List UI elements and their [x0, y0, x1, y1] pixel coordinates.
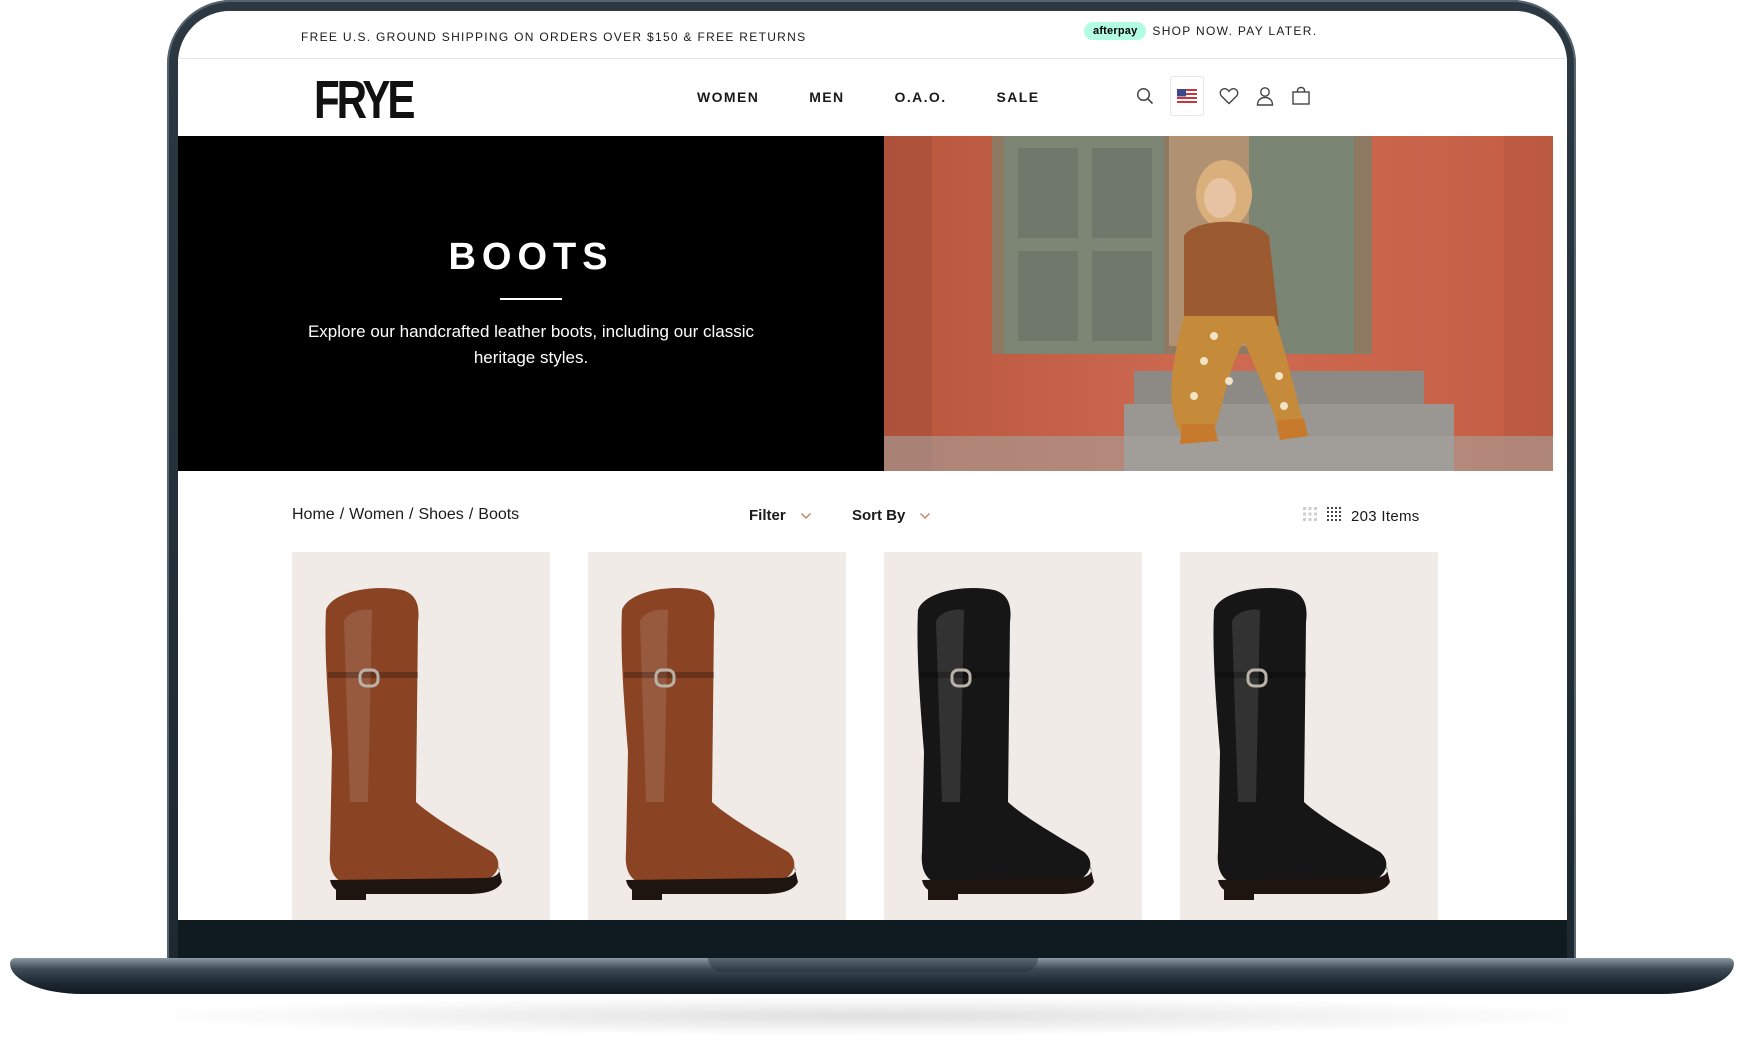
black-boot-image: [917, 588, 1094, 900]
product-card[interactable]: [292, 552, 550, 920]
search-icon[interactable]: [1134, 85, 1156, 107]
black-boot-image: [1213, 588, 1390, 900]
hero-description: Explore our handcrafted leather boots, i…: [307, 322, 755, 367]
afterpay-promo-text: SHOP NOW. PAY LATER.: [1152, 24, 1318, 38]
nav-item-sale[interactable]: SALE: [997, 89, 1040, 105]
listing-toolbar: Home / Women / Shoes / Boots Filter Sort…: [178, 471, 1567, 561]
afterpay-promo[interactable]: afterpay SHOP NOW. PAY LATER.: [1084, 22, 1317, 40]
page-title: BOOTS: [448, 236, 614, 278]
grid-2-view-icon[interactable]: [1303, 507, 1317, 526]
view-controls: 203 Items: [1303, 507, 1420, 526]
shipping-promo-text: FREE U.S. GROUND SHIPPING ON ORDERS OVER…: [301, 30, 807, 44]
breadcrumb-separator: /: [408, 506, 414, 523]
grid-4-view-icon[interactable]: [1327, 507, 1341, 526]
frye-logo[interactable]: FRYE: [314, 69, 415, 131]
filter-button[interactable]: Filter: [749, 507, 812, 524]
product-grid: [292, 552, 1438, 920]
laptop-screen: FREE U.S. GROUND SHIPPING ON ORDERS OVER…: [178, 11, 1567, 920]
chevron-down-icon: [920, 512, 931, 519]
user-icon[interactable]: [1254, 85, 1276, 107]
breadcrumb-women[interactable]: Women: [349, 506, 404, 524]
nav-item-oao[interactable]: O.A.O.: [895, 89, 947, 105]
main-nav: WOMEN MEN O.A.O. SALE: [697, 89, 1089, 105]
bag-icon[interactable]: [1290, 85, 1312, 107]
brown-boot-image: [621, 588, 798, 900]
breadcrumb-boots: Boots: [478, 506, 520, 523]
announcement-bar: FREE U.S. GROUND SHIPPING ON ORDERS OVER…: [178, 11, 1567, 59]
breadcrumb-separator: /: [339, 506, 345, 523]
laptop-shadow: [120, 996, 1620, 1036]
country-selector[interactable]: [1170, 76, 1204, 116]
hero-image: [884, 136, 1553, 471]
hero-banner: BOOTS Explore our handcrafted leather bo…: [178, 136, 1567, 471]
sort-button[interactable]: Sort By: [852, 507, 931, 524]
sort-label: Sort By: [852, 507, 906, 524]
breadcrumb-home[interactable]: Home: [292, 506, 335, 524]
filter-label: Filter: [749, 507, 786, 524]
breadcrumb: Home / Women / Shoes / Boots: [292, 506, 519, 524]
laptop-notch: [708, 958, 1038, 972]
us-flag-icon: [1177, 89, 1197, 103]
chevron-down-icon: [800, 512, 811, 519]
brown-boot-image: [325, 588, 502, 900]
product-card[interactable]: [1180, 552, 1438, 920]
header-icons: [1134, 76, 1312, 116]
hero-text-panel: BOOTS Explore our handcrafted leather bo…: [178, 136, 884, 471]
breadcrumb-shoes[interactable]: Shoes: [418, 506, 463, 524]
nav-item-women[interactable]: WOMEN: [697, 89, 759, 105]
nav-item-men[interactable]: MEN: [809, 89, 844, 105]
items-count: 203 Items: [1351, 508, 1420, 525]
product-card[interactable]: [884, 552, 1142, 920]
breadcrumb-separator: /: [468, 506, 474, 523]
site-header: FRYE WOMEN MEN O.A.O. SALE: [178, 59, 1567, 136]
afterpay-logo: afterpay: [1084, 22, 1147, 40]
heart-icon[interactable]: [1218, 85, 1240, 107]
title-divider: [500, 298, 562, 300]
product-card[interactable]: [588, 552, 846, 920]
